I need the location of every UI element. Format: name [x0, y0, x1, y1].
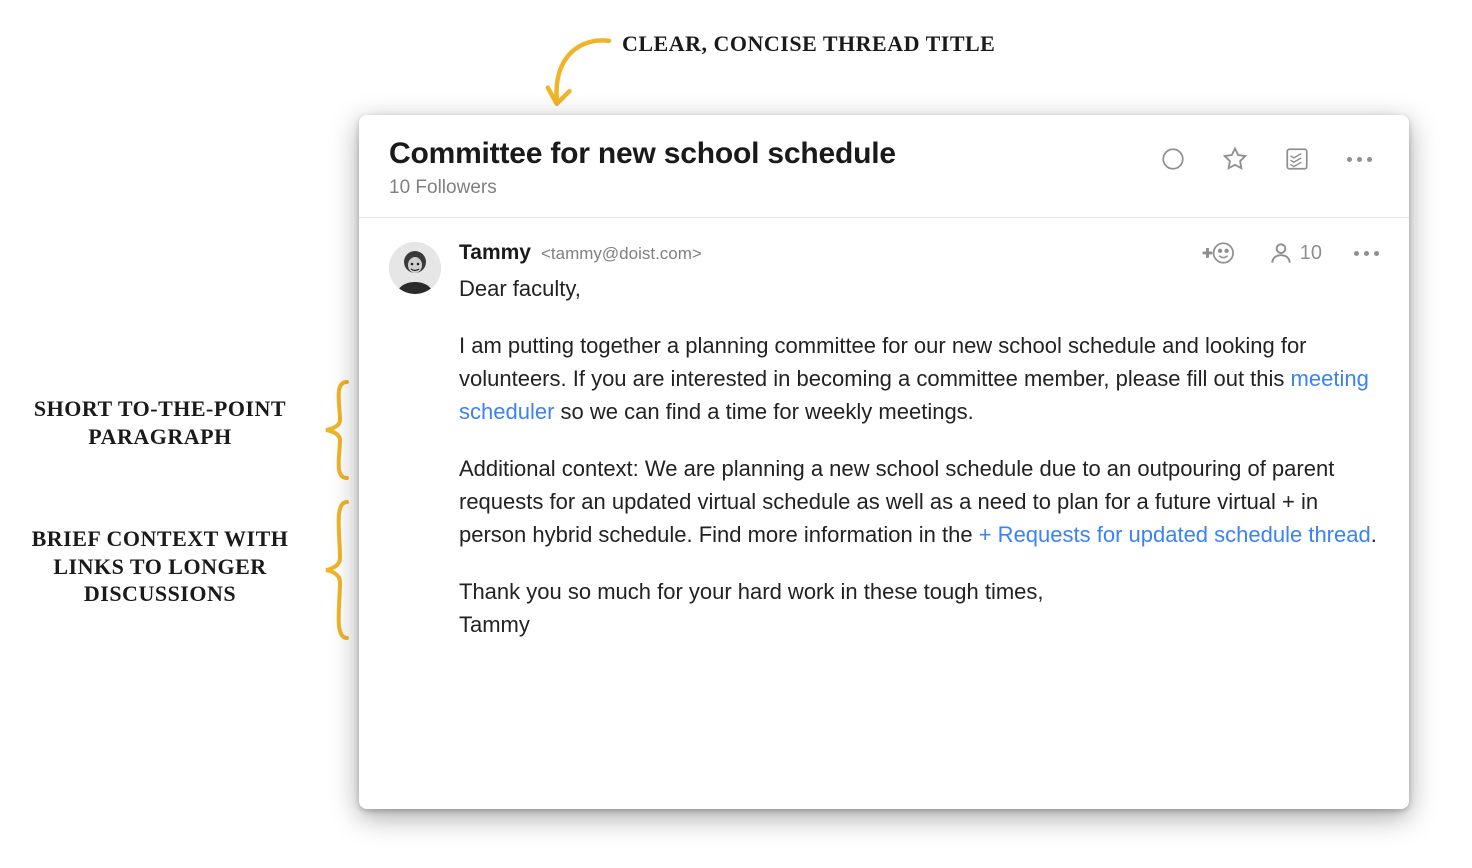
thread-header: Committee for new school schedule 10 Fol… — [359, 115, 1409, 218]
circle-icon[interactable] — [1159, 145, 1187, 173]
text: so we can find a time for weekly meeting… — [554, 399, 973, 424]
followers-count: 10 Followers — [389, 177, 896, 199]
add-reaction-button[interactable]: + — [1202, 240, 1236, 266]
annotation-paragraph: Short to-the-point paragraph — [0, 395, 320, 450]
people-count: 10 — [1300, 242, 1322, 265]
text: . — [1371, 522, 1377, 547]
post: Tammy <tammy@doist.com> + — [359, 218, 1409, 671]
text: I am putting together a planning committ… — [459, 333, 1307, 391]
signoff: Thank you so much for your hard work in … — [459, 575, 1379, 641]
thread-title: Committee for new school schedule — [389, 137, 896, 171]
paragraph-2: Additional context: We are planning a ne… — [459, 452, 1379, 551]
annotation-title: Clear, concise thread title — [622, 30, 1012, 58]
star-icon[interactable] — [1221, 145, 1249, 173]
thread-actions — [1159, 145, 1373, 173]
thread-card: Committee for new school schedule 10 Fol… — [359, 115, 1409, 809]
post-more-icon[interactable] — [1354, 251, 1379, 256]
annotation-context: Brief context with links to longer discu… — [0, 525, 320, 608]
paragraph-1: I am putting together a planning committ… — [459, 329, 1379, 428]
avatar — [389, 242, 441, 294]
requests-thread-link[interactable]: + Requests for updated schedule thread — [979, 522, 1371, 547]
svg-text:+: + — [1203, 244, 1213, 262]
text: Thank you so much for your hard work in … — [459, 579, 1044, 604]
post-body: Dear faculty, I am putting together a pl… — [459, 272, 1379, 641]
todoist-icon[interactable] — [1283, 145, 1311, 173]
author-email: <tammy@doist.com> — [541, 244, 702, 264]
greeting: Dear faculty, — [459, 272, 1379, 305]
arrow-icon — [528, 30, 618, 120]
brace-icon — [322, 380, 352, 480]
brace-icon — [322, 500, 352, 640]
more-icon[interactable] — [1345, 145, 1373, 173]
signature: Tammy — [459, 612, 530, 637]
people-button[interactable]: 10 — [1268, 240, 1322, 266]
author-name: Tammy — [459, 241, 531, 265]
